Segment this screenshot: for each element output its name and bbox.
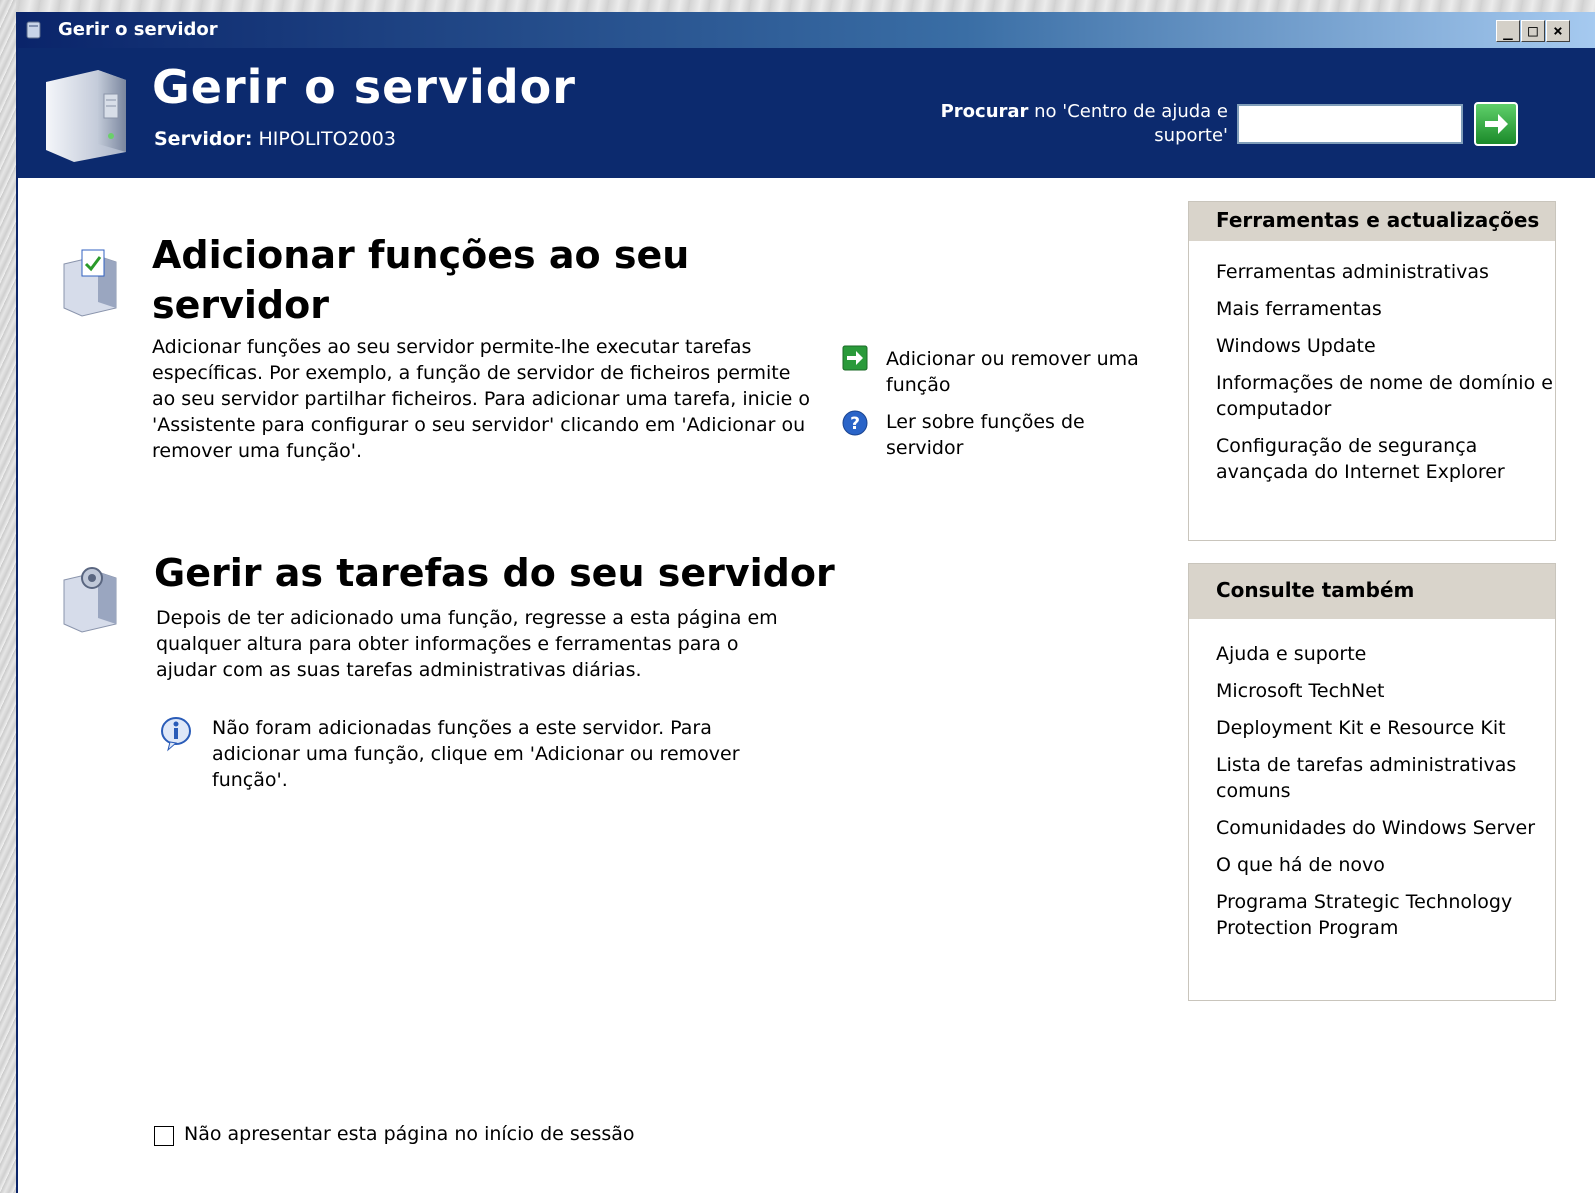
server-info: Servidor: HIPOLITO2003 — [154, 128, 396, 150]
search-label: Procurar no 'Centro de ajuda e suporte' — [898, 100, 1228, 148]
green-arrow-icon — [842, 345, 868, 371]
tools-panel-title: Ferramentas e actualizações — [1189, 202, 1555, 241]
server-label: Servidor: — [154, 128, 253, 150]
title-bar[interactable]: Gerir o servidor _ □ × — [18, 12, 1595, 48]
arrow-right-icon — [1485, 114, 1508, 134]
minimize-button[interactable]: _ — [1496, 20, 1520, 42]
header-banner: Gerir o servidor Servidor: HIPOLITO2003 … — [18, 48, 1595, 178]
panel-link-admin-task-list[interactable]: Lista de tarefas administrativas comuns — [1216, 752, 1555, 804]
panel-link-help-support[interactable]: Ajuda e suporte — [1216, 641, 1555, 667]
server-name: HIPOLITO2003 — [258, 128, 396, 150]
page-title: Gerir o servidor — [152, 60, 576, 114]
search-go-button[interactable] — [1474, 102, 1518, 146]
help-icon: ? — [842, 410, 868, 436]
panel-link-stpp[interactable]: Programa Strategic Technology Protection… — [1216, 889, 1555, 941]
panel-link-windows-update[interactable]: Windows Update — [1216, 333, 1555, 359]
add-remove-role-link[interactable]: Adicionar ou remover uma função — [886, 346, 1156, 398]
no-roles-info-text: Não foram adicionadas funções a este ser… — [212, 717, 740, 791]
panel-link-communities[interactable]: Comunidades do Windows Server — [1216, 815, 1555, 841]
dont-show-checkbox-label[interactable]: Não apresentar esta página no início de … — [184, 1123, 635, 1145]
search-label-bold: Procurar — [940, 101, 1029, 122]
maximize-button[interactable]: □ — [1521, 20, 1545, 42]
manage-tasks-title: Gerir as tarefas do seu servidor — [154, 551, 835, 595]
add-roles-description: Adicionar funções ao seu servidor permit… — [152, 336, 811, 462]
window-title: Gerir o servidor — [58, 19, 218, 40]
panel-link-ie-security[interactable]: Configuração de segurança avançada do In… — [1216, 433, 1555, 485]
add-roles-title: Adicionar funções ao seu servidor — [152, 233, 690, 327]
add-roles-icon — [63, 249, 117, 317]
manage-tasks-description: Depois de ter adicionado uma função, reg… — [156, 607, 778, 681]
panel-link-more-tools[interactable]: Mais ferramentas — [1216, 296, 1555, 322]
dont-show-checkbox[interactable] — [154, 1126, 174, 1146]
manage-tasks-icon — [63, 567, 117, 633]
info-icon — [161, 717, 191, 752]
panel-link-admin-tools[interactable]: Ferramentas administrativas — [1216, 259, 1555, 285]
tools-updates-panel: Ferramentas e actualizações Ferramentas … — [1188, 201, 1556, 541]
see-also-panel: Consulte também Ajuda e suporte Microsof… — [1188, 563, 1556, 1001]
close-button[interactable]: × — [1546, 20, 1570, 42]
svg-text:?: ? — [850, 414, 860, 434]
manage-server-window: Gerir o servidor _ □ × Gerir o servidor … — [16, 12, 1595, 1193]
panel-link-deployment-kit[interactable]: Deployment Kit e Resource Kit — [1216, 715, 1555, 741]
background-frame-top — [0, 0, 1595, 12]
background-frame-left — [0, 0, 16, 1193]
panel-link-technet[interactable]: Microsoft TechNet — [1216, 678, 1555, 704]
search-input[interactable] — [1237, 104, 1463, 144]
server-small-icon — [26, 21, 41, 39]
see-also-panel-title: Consulte também — [1189, 564, 1555, 619]
panel-link-whats-new[interactable]: O que há de novo — [1216, 852, 1555, 878]
server-icon — [46, 70, 126, 162]
read-about-roles-link[interactable]: Ler sobre funções de servidor — [886, 409, 1136, 461]
panel-link-computer-domain-info[interactable]: Informações de nome de domínio e computa… — [1216, 370, 1555, 422]
search-label-rest: no 'Centro de ajuda e suporte' — [1028, 101, 1228, 146]
